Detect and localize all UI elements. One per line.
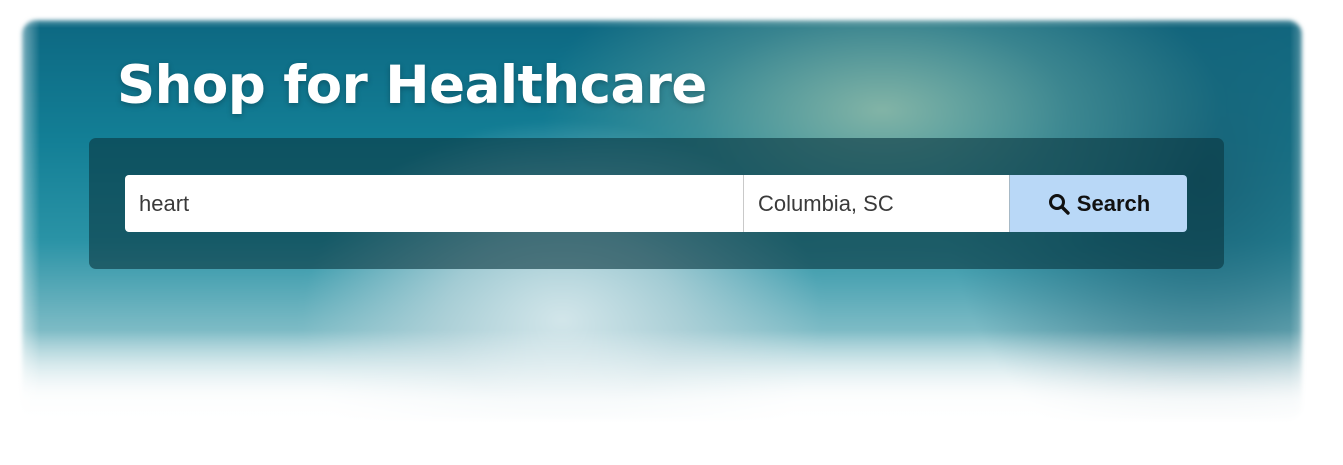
search-button-label: Search	[1076, 190, 1151, 216]
location-input[interactable]	[744, 175, 1010, 232]
search-icon	[1047, 192, 1071, 216]
search-button[interactable]: Search	[1010, 175, 1187, 232]
search-query-input[interactable]	[125, 175, 744, 232]
search-form: Search	[125, 175, 1187, 232]
hero-banner: Shop for Healthcare Search	[0, 0, 1343, 465]
page-title: Shop for Healthcare	[117, 55, 707, 116]
